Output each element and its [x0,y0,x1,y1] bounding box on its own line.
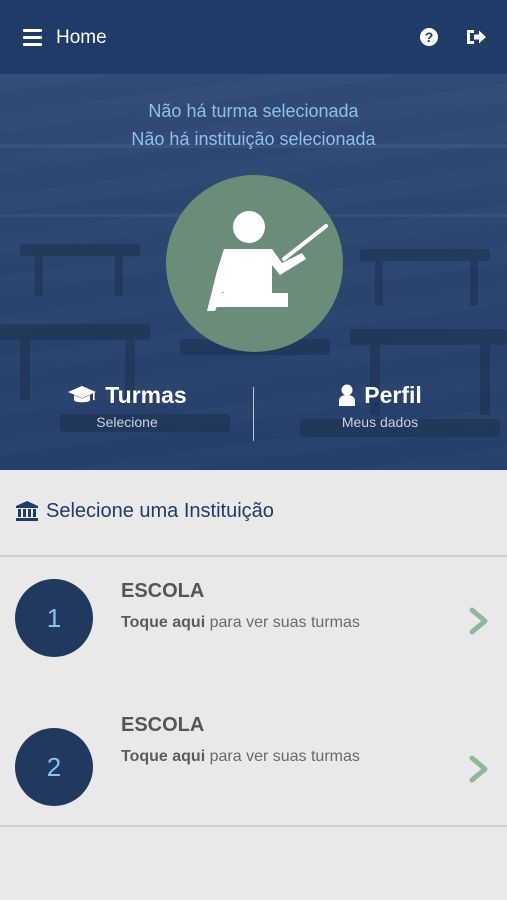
app-screen: Home ? Não há turma selecionada Não há i… [0,0,507,900]
bank-icon [16,501,38,521]
hero-banner: Não há turma selecionada Não há institui… [0,74,507,470]
teacher-icon [207,211,328,311]
perfil-sub: Meus dados [341,414,419,430]
institution-action-text: Toque aqui para ver suas turmas [121,748,360,766]
turmas-label: Turmas [105,382,187,408]
section-title: Selecione uma Instituição [46,500,274,522]
action-bold-text: Toque aqui [121,614,206,631]
menu-icon[interactable] [23,29,42,46]
turma-status-text: Não há turma selecionada [148,101,359,121]
page-title: Home [56,27,107,48]
top-app-bar: Home ? [0,0,507,74]
instituicao-status-text: Não há instituição selecionada [131,129,376,149]
help-icon[interactable]: ? [420,28,438,46]
perfil-label: Perfil [364,382,422,408]
institution-number-badge: 1 [15,579,93,657]
list-item[interactable]: 1 ESCOLA Toque aqui para ver suas turmas [0,557,507,693]
turmas-sub: Selecione [96,414,158,430]
institution-number-badge: 2 [15,728,93,806]
action-rest-text: para ver suas turmas [209,748,360,765]
user-icon [339,384,356,406]
action-bold-text: Toque aqui [121,748,206,765]
action-rest-text: para ver suas turmas [209,614,360,631]
logout-icon[interactable] [465,28,487,46]
chevron-right-icon[interactable] [469,607,491,635]
chevron-right-icon[interactable] [469,755,491,783]
stats-divider [253,387,254,441]
institution-action-text: Toque aqui para ver suas turmas [121,614,360,632]
section-header: Selecione uma Instituição [0,470,507,557]
turmas-shortcut[interactable]: Turmas Selecione [12,380,242,430]
institution-name: ESCOLA [121,580,205,602]
list-item[interactable]: 2 ESCOLA Toque aqui para ver suas turmas [0,691,507,827]
institution-name: ESCOLA [121,714,205,736]
teacher-avatar [166,175,343,352]
graduation-cap-icon [68,386,97,403]
perfil-shortcut[interactable]: Perfil Meus dados [265,380,495,430]
